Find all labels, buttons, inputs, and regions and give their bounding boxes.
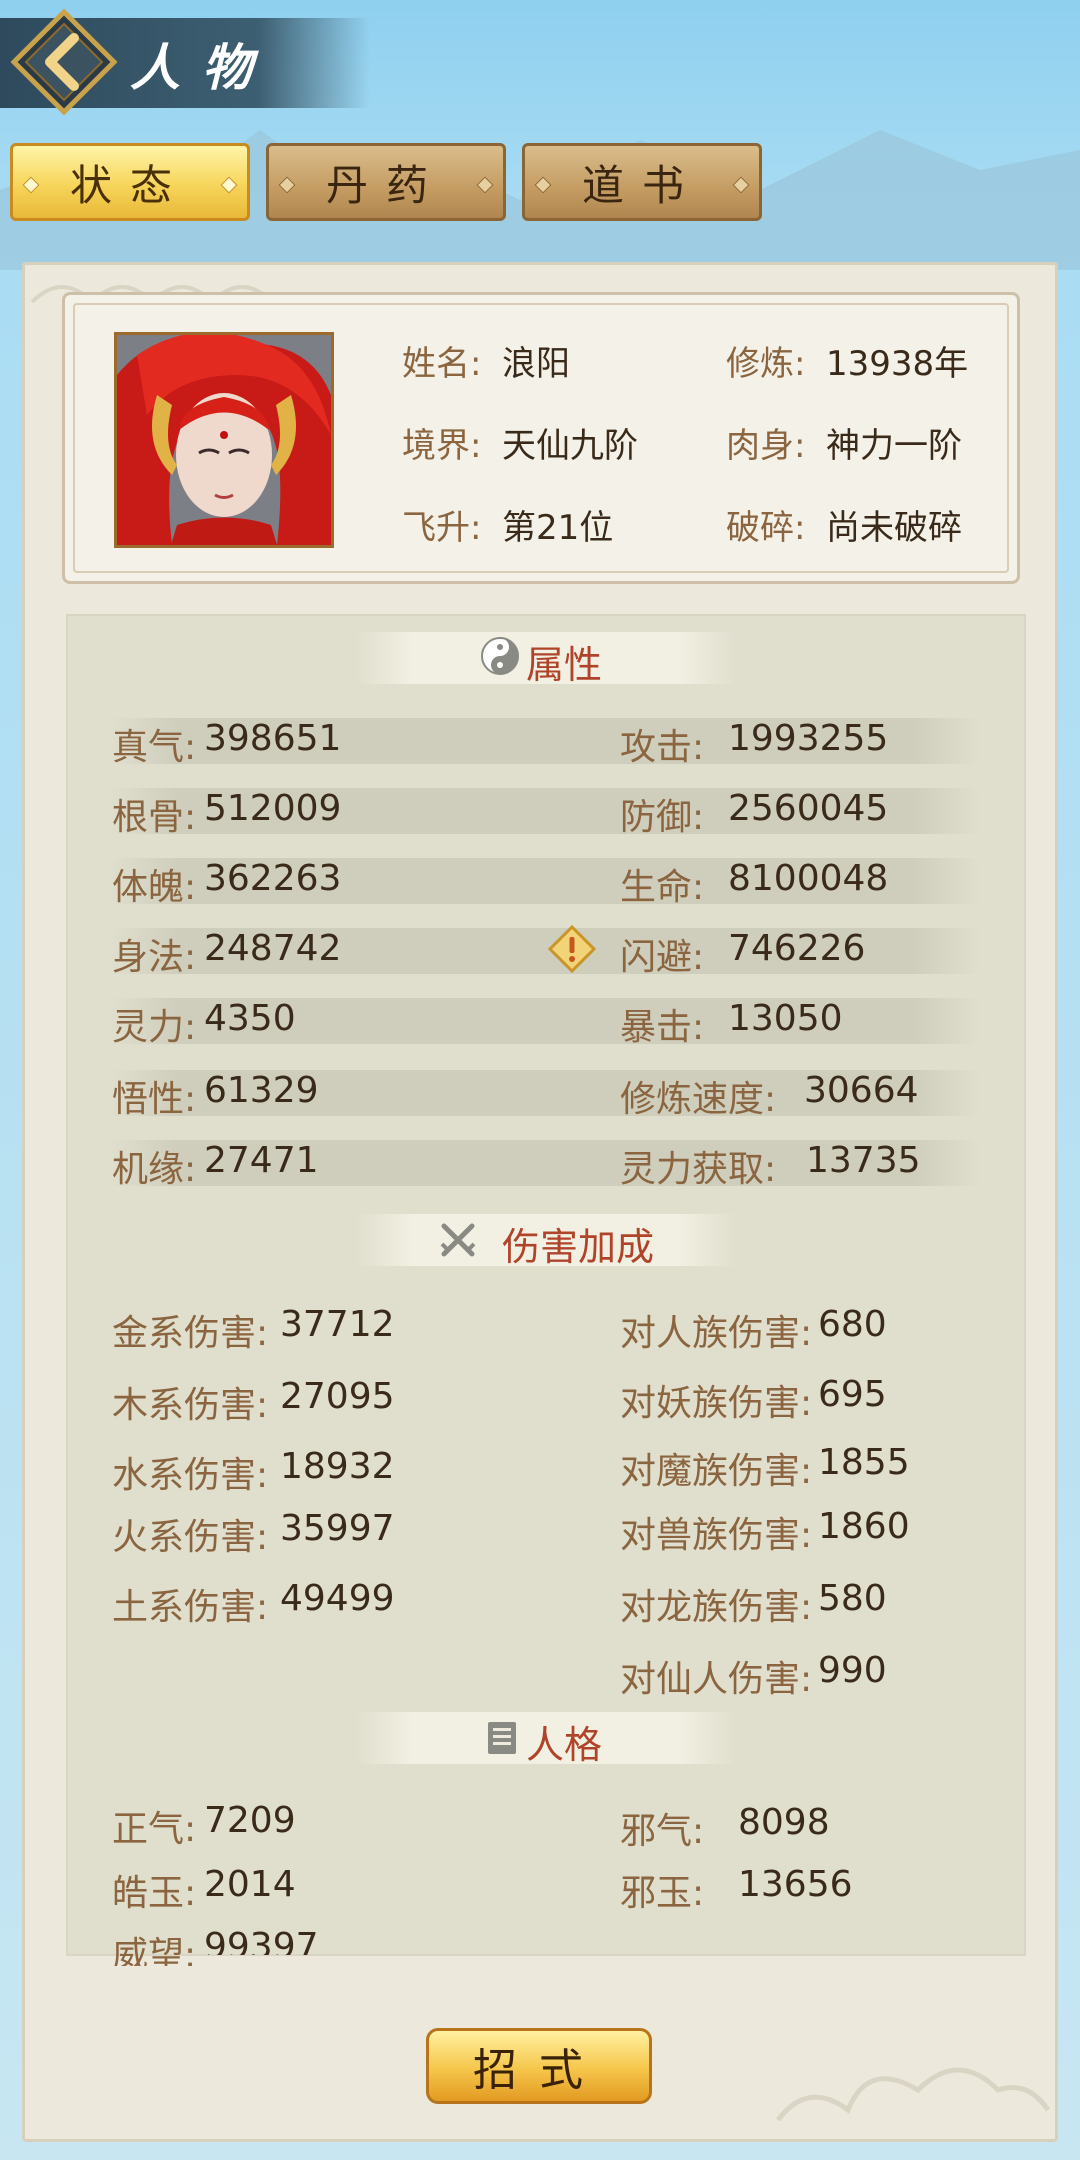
damage-value: 49499 <box>280 1578 395 1619</box>
stat-label: 悟性: <box>112 1079 197 1120</box>
tab-books-label: 道书 <box>581 160 702 210</box>
name-label: 姓名: <box>402 344 482 384</box>
personality-label: 邪气: <box>620 1811 705 1852</box>
stat-value: 27471 <box>204 1140 319 1181</box>
section-title-attributes: 属性 <box>526 643 603 687</box>
personality-value: 7209 <box>204 1800 296 1841</box>
tab-pills[interactable]: 丹药 <box>266 143 506 221</box>
damage-value: 18932 <box>280 1446 395 1487</box>
stat-value: 8100048 <box>728 858 889 899</box>
body-label: 肉身: <box>726 426 806 466</box>
stat-value: 30664 <box>804 1070 919 1111</box>
stat-value: 13735 <box>806 1140 921 1181</box>
tab-ornament <box>476 176 494 194</box>
damage-value: 27095 <box>280 1376 395 1417</box>
damage-label: 对仙人伤害: <box>620 1659 813 1700</box>
damage-label: 金系伤害: <box>112 1313 269 1354</box>
stat-value: 2560045 <box>728 788 889 829</box>
stat-label: 闪避: <box>620 937 705 978</box>
cultivation-value: 13938年 <box>826 344 969 384</box>
stat-label: 体魄: <box>112 867 197 908</box>
personality-label: 邪玉: <box>620 1873 705 1914</box>
tab-ornament <box>278 176 296 194</box>
personality-value: 13656 <box>738 1864 853 1905</box>
stat-value: 1993255 <box>728 718 889 759</box>
cloud-decoration <box>776 2067 1051 2122</box>
tab-ornament <box>534 176 552 194</box>
damage-value: 580 <box>818 1578 887 1619</box>
scroll-list-icon <box>488 1722 516 1754</box>
stat-label: 攻击: <box>620 727 705 768</box>
stat-value: 362263 <box>204 858 342 899</box>
name-value: 浪阳 <box>502 344 570 384</box>
damage-label: 对人族伤害: <box>620 1313 813 1354</box>
damage-value: 37712 <box>280 1304 395 1345</box>
stat-value: 248742 <box>204 928 342 969</box>
damage-label: 对妖族伤害: <box>620 1383 813 1424</box>
stat-label: 灵力: <box>112 1007 197 1048</box>
tab-ornament <box>732 176 750 194</box>
stat-value: 398651 <box>204 718 342 759</box>
stat-value: 4350 <box>204 998 296 1039</box>
ascension-label: 飞升: <box>402 508 482 548</box>
realm-label: 境界: <box>402 426 482 466</box>
section-title-damage: 伤害加成 <box>502 1225 655 1269</box>
damage-value: 1855 <box>818 1442 910 1483</box>
damage-label: 对龙族伤害: <box>620 1587 813 1628</box>
stat-label: 灵力获取: <box>620 1149 777 1190</box>
stat-label: 防御: <box>620 797 705 838</box>
back-arrow-icon[interactable] <box>10 8 118 116</box>
damage-label: 对兽族伤害: <box>620 1515 813 1556</box>
stat-label: 暴击: <box>620 1007 705 1048</box>
damage-label: 对魔族伤害: <box>620 1451 813 1492</box>
stat-value: 512009 <box>204 788 342 829</box>
tab-status-label: 状态 <box>69 160 190 210</box>
cultivation-label: 修炼: <box>726 344 806 384</box>
damage-value: 680 <box>818 1304 887 1345</box>
damage-value: 990 <box>818 1650 887 1691</box>
personality-value: 8098 <box>738 1802 830 1843</box>
section-title-personality: 人格 <box>526 1723 603 1767</box>
tab-pills-label: 丹药 <box>325 160 446 210</box>
page-title: 人物 <box>130 38 274 97</box>
damage-value: 35997 <box>280 1508 395 1549</box>
shatter-value: 尚未破碎 <box>826 508 962 548</box>
tab-books[interactable]: 道书 <box>522 143 762 221</box>
stat-value: 13050 <box>728 998 843 1039</box>
stat-label: 身法: <box>112 937 197 978</box>
skills-button[interactable]: 招式 <box>426 2028 652 2104</box>
ascension-value: 第21位 <box>502 508 614 548</box>
stat-label: 生命: <box>620 867 705 908</box>
damage-label: 火系伤害: <box>112 1517 269 1558</box>
crossed-swords-icon <box>440 1223 476 1257</box>
tab-ornament <box>22 176 40 194</box>
stat-label: 修炼速度: <box>620 1079 777 1120</box>
damage-label: 土系伤害: <box>112 1587 269 1628</box>
personality-value: 2014 <box>204 1864 296 1905</box>
damage-label: 木系伤害: <box>112 1385 269 1426</box>
personality-label: 正气: <box>112 1809 197 1850</box>
realm-value: 天仙九阶 <box>502 426 638 466</box>
damage-label: 水系伤害: <box>112 1455 269 1496</box>
damage-value: 1860 <box>818 1506 910 1547</box>
personality-label: 皓玉: <box>112 1873 197 1914</box>
stat-label: 机缘: <box>112 1149 197 1190</box>
yin-yang-icon <box>481 637 519 675</box>
shatter-label: 破碎: <box>726 508 806 548</box>
portrait-image <box>117 335 331 545</box>
body-value: 神力一阶 <box>826 426 962 466</box>
warning-icon[interactable] <box>548 925 596 973</box>
tab-status[interactable]: 状态 <box>10 143 250 221</box>
stat-label: 根骨: <box>112 797 197 838</box>
stat-value: 61329 <box>204 1070 319 1111</box>
tab-ornament <box>220 176 238 194</box>
character-portrait[interactable] <box>114 332 334 548</box>
stat-value: 746226 <box>728 928 866 969</box>
stat-label: 真气: <box>112 727 197 768</box>
damage-value: 695 <box>818 1374 887 1415</box>
